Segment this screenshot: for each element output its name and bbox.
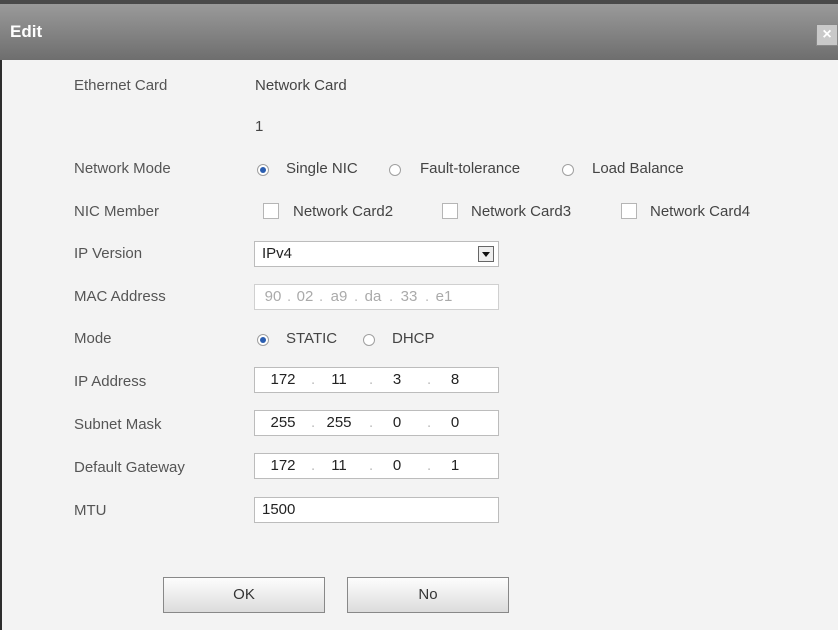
mtu-label: MTU (74, 502, 107, 519)
ip-octet[interactable]: 11 (321, 371, 357, 388)
mac-part: 33 (400, 288, 418, 305)
radio-single-nic[interactable] (257, 164, 269, 176)
ip-octet[interactable]: 3 (379, 371, 415, 388)
gateway-octet[interactable]: 1 (437, 457, 473, 474)
nic-member-option-label: Network Card4 (650, 203, 751, 220)
mode-label: Mode (74, 330, 112, 347)
ethernet-card-label: Ethernet Card (74, 77, 168, 94)
subnet-octet[interactable]: 255 (265, 414, 301, 431)
subnet-mask-field[interactable]: 255 . 255 . 0 . 0 (254, 410, 499, 436)
mac-address-label: MAC Address (74, 288, 166, 305)
network-mode-label: Network Mode (74, 160, 171, 177)
subnet-mask-label: Subnet Mask (74, 416, 162, 433)
ip-version-select[interactable]: IPv4 (254, 241, 499, 267)
mac-part: 90 (264, 288, 282, 305)
ip-address-label: IP Address (74, 373, 147, 390)
ip-version-label: IP Version (74, 245, 143, 262)
subnet-octet[interactable]: 255 (321, 414, 357, 431)
radio-static[interactable] (257, 334, 269, 346)
ethernet-card-value: Network Card (255, 77, 347, 94)
checkbox-network-card3[interactable] (442, 203, 458, 219)
network-mode-option-label: Single NIC (286, 160, 358, 177)
dialog-title: Edit (10, 22, 43, 41)
gateway-octet[interactable]: 172 (265, 457, 301, 474)
network-mode-option-label: Load Balance (592, 160, 684, 177)
radio-dhcp[interactable] (363, 334, 375, 346)
network-mode-option-label: Fault-tolerance (420, 160, 521, 177)
chevron-down-icon[interactable] (478, 246, 494, 262)
mode-option-label: DHCP (392, 330, 435, 347)
dialog-titlebar: Edit × (0, 0, 838, 60)
mtu-field[interactable]: 1500 (254, 497, 499, 523)
nic-member-option-label: Network Card3 (471, 203, 572, 220)
no-button[interactable]: No (347, 577, 509, 613)
ip-version-value: IPv4 (262, 245, 293, 262)
mac-part: a9 (330, 288, 348, 305)
subnet-octet[interactable]: 0 (437, 414, 473, 431)
dialog-left-border (0, 60, 2, 630)
gateway-octet[interactable]: 11 (321, 457, 357, 474)
default-gateway-field[interactable]: 172 . 11 . 0 . 1 (254, 453, 499, 479)
nic-member-option-label: Network Card2 (293, 203, 394, 220)
ip-address-field[interactable]: 172 . 11 . 3 . 8 (254, 367, 499, 393)
radio-load-balance[interactable] (562, 164, 574, 176)
checkbox-network-card4[interactable] (621, 203, 637, 219)
subnet-octet[interactable]: 0 (379, 414, 415, 431)
ip-octet[interactable]: 172 (265, 371, 301, 388)
ethernet-card-number: 1 (255, 118, 264, 135)
checkbox-network-card2[interactable] (263, 203, 279, 219)
gateway-octet[interactable]: 0 (379, 457, 415, 474)
mac-part: da (364, 288, 382, 305)
mtu-value: 1500 (262, 501, 296, 518)
default-gateway-label: Default Gateway (74, 459, 185, 476)
ip-octet[interactable]: 8 (437, 371, 473, 388)
radio-fault-tolerance[interactable] (389, 164, 401, 176)
mac-address-field: 90 . 02 . a9 . da . 33 . e1 (254, 284, 499, 310)
mode-option-label: STATIC (286, 330, 338, 347)
mac-part: 02 (296, 288, 314, 305)
nic-member-label: NIC Member (74, 203, 160, 220)
close-icon[interactable]: × (816, 24, 838, 46)
mac-part: e1 (435, 288, 453, 305)
ok-button[interactable]: OK (163, 577, 325, 613)
